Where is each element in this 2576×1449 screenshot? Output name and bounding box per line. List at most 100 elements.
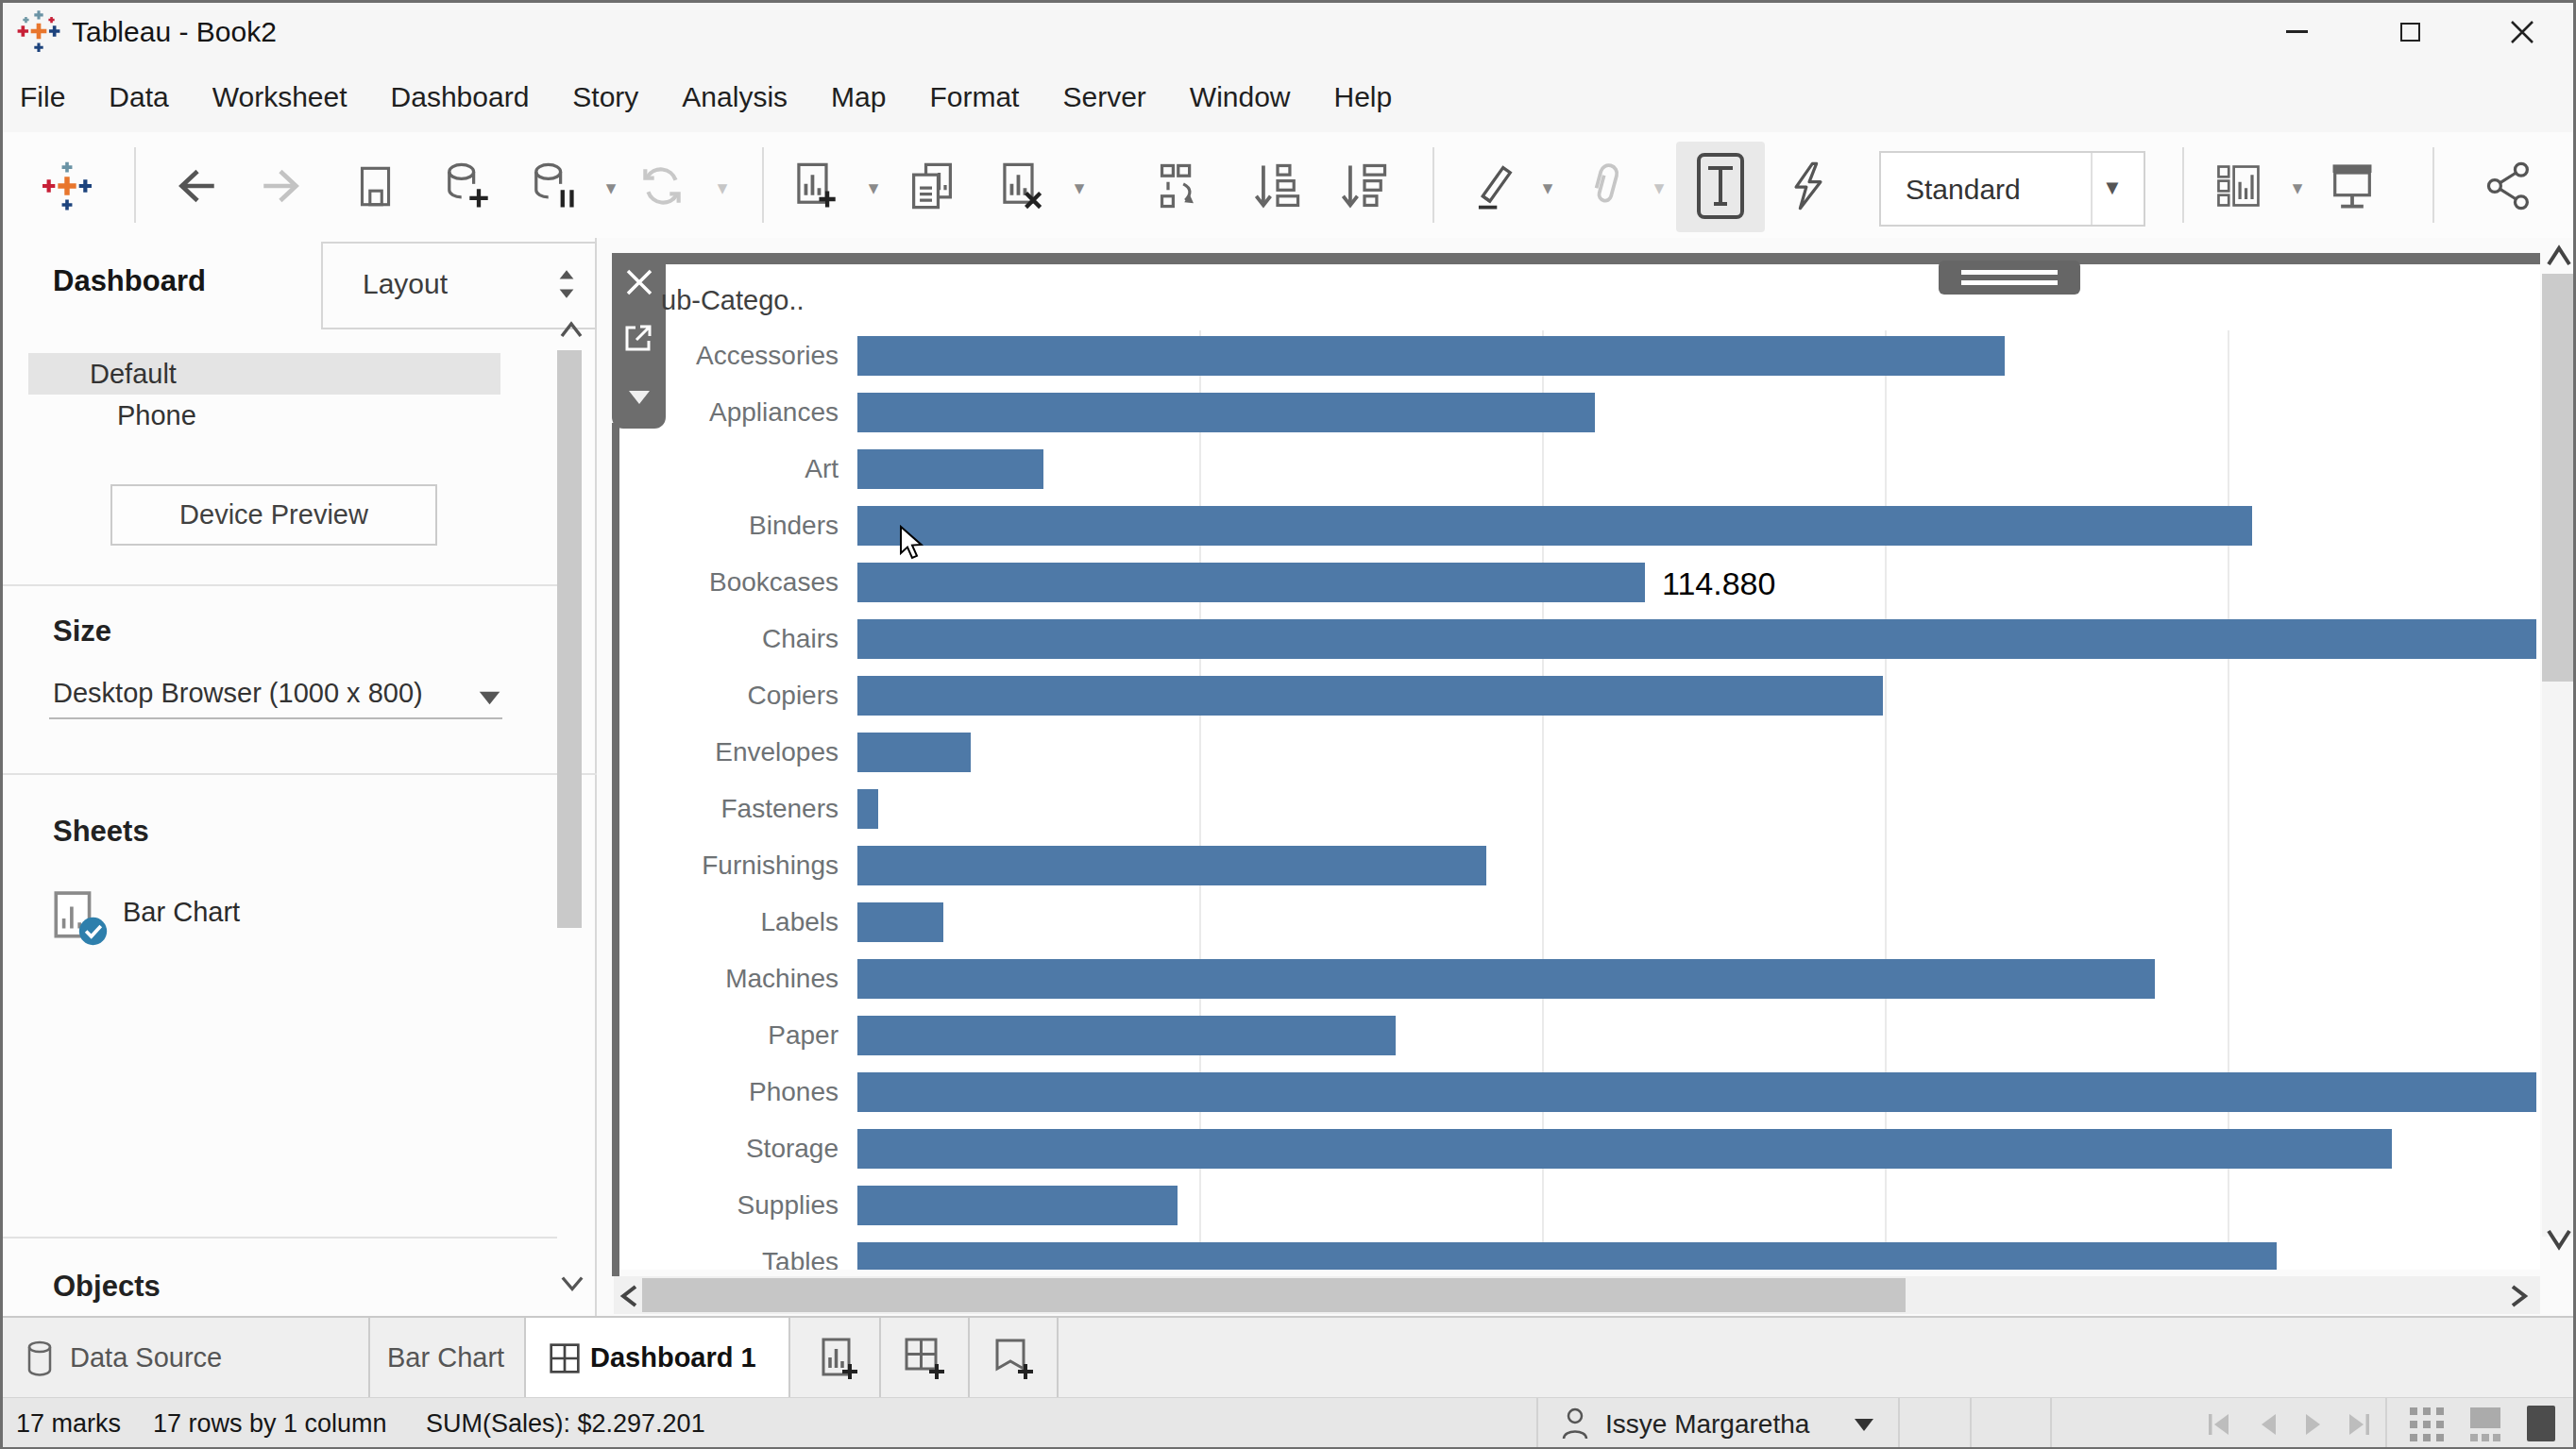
panel-scroll-down-icon[interactable] bbox=[560, 1274, 585, 1293]
sheet-item-bar-chart[interactable]: Bar Chart bbox=[0, 889, 555, 950]
undo-button[interactable] bbox=[168, 159, 223, 213]
h-scrollbar-track[interactable] bbox=[614, 1276, 2540, 1314]
clear-sheet-button[interactable] bbox=[991, 159, 1046, 213]
category-label[interactable]: Accessories bbox=[638, 330, 839, 383]
menu-item-help[interactable]: Help bbox=[1334, 81, 1393, 113]
previous-icon[interactable] bbox=[2255, 1411, 2281, 1438]
panel-scroll-up-icon[interactable] bbox=[559, 320, 584, 339]
bar-copiers[interactable] bbox=[857, 676, 1883, 716]
menu-item-map[interactable]: Map bbox=[831, 81, 886, 113]
category-label[interactable]: Copiers bbox=[638, 668, 839, 723]
bar-paper[interactable] bbox=[857, 1016, 1396, 1055]
bar-machines[interactable] bbox=[857, 959, 2155, 999]
run-update-button[interactable] bbox=[635, 159, 689, 213]
new-story-tab-button[interactable] bbox=[976, 1318, 1048, 1399]
format-workbook-button[interactable] bbox=[1577, 159, 1632, 213]
clear-sheet-caret[interactable]: ▾ bbox=[1067, 176, 1092, 200]
duplicate-button[interactable] bbox=[905, 159, 959, 213]
size-selector-caret[interactable] bbox=[477, 688, 502, 707]
category-label[interactable]: Machines bbox=[638, 952, 839, 1006]
tab-data-source[interactable]: Data Source bbox=[13, 1318, 368, 1399]
h-scroll-left-icon[interactable] bbox=[618, 1284, 640, 1308]
category-label[interactable]: Phones bbox=[638, 1065, 839, 1120]
category-label[interactable]: Fasteners bbox=[638, 782, 839, 836]
category-label[interactable]: Supplies bbox=[638, 1178, 839, 1233]
category-label[interactable]: Bookcases bbox=[638, 555, 839, 610]
bar-bookcases[interactable] bbox=[857, 563, 1645, 602]
new-worksheet-tab-button[interactable] bbox=[801, 1318, 873, 1399]
menu-item-dashboard[interactable]: Dashboard bbox=[391, 81, 530, 113]
fit-selector[interactable]: Standard ▼ bbox=[1879, 151, 2145, 227]
bar-binders[interactable] bbox=[857, 506, 2252, 546]
tableau-logo-button[interactable] bbox=[40, 159, 94, 213]
next-icon[interactable] bbox=[2300, 1411, 2327, 1438]
tab-layout[interactable]: Layout bbox=[321, 242, 597, 329]
bar-labels[interactable] bbox=[857, 902, 943, 942]
redo-button[interactable] bbox=[255, 159, 310, 213]
highlight-caret[interactable]: ▾ bbox=[1535, 176, 1560, 200]
category-label[interactable]: Envelopes bbox=[638, 725, 839, 780]
bar-appliances[interactable] bbox=[857, 393, 1595, 432]
swap-rows-columns-button[interactable] bbox=[1154, 159, 1209, 213]
menu-item-analysis[interactable]: Analysis bbox=[682, 81, 788, 113]
bar-tables[interactable] bbox=[857, 1242, 2277, 1270]
bar-storage[interactable] bbox=[857, 1129, 2392, 1169]
maximize-button[interactable] bbox=[2365, 0, 2454, 61]
skip-to-start-icon[interactable] bbox=[2206, 1411, 2232, 1438]
menu-item-file[interactable]: File bbox=[20, 81, 65, 113]
menu-item-worksheet[interactable]: Worksheet bbox=[212, 81, 347, 113]
show-sheet-tabs-icon[interactable] bbox=[2410, 1407, 2444, 1441]
minimize-button[interactable] bbox=[2252, 0, 2341, 61]
new-worksheet-button[interactable] bbox=[786, 159, 840, 213]
bar-envelopes[interactable] bbox=[857, 733, 971, 772]
menu-item-story[interactable]: Story bbox=[572, 81, 638, 113]
h-scroll-right-icon[interactable] bbox=[2508, 1284, 2531, 1308]
show-hide-cards-button[interactable] bbox=[2212, 159, 2266, 213]
h-scrollbar-thumb[interactable] bbox=[642, 1278, 1906, 1312]
fix-axes-button[interactable] bbox=[1781, 159, 1836, 213]
size-selector-value[interactable]: Desktop Browser (1000 x 800) bbox=[53, 678, 423, 709]
category-label[interactable]: Furnishings bbox=[638, 838, 839, 893]
presentation-mode-button[interactable] bbox=[2325, 159, 2380, 213]
skip-to-end-icon[interactable] bbox=[2346, 1411, 2372, 1438]
v-scroll-up-icon[interactable] bbox=[2546, 244, 2572, 268]
highlight-button[interactable] bbox=[1466, 159, 1520, 213]
menu-item-server[interactable]: Server bbox=[1062, 81, 1145, 113]
tab-dashboard[interactable]: Dashboard bbox=[53, 264, 206, 298]
bar-phones[interactable] bbox=[857, 1072, 2536, 1112]
show-sheet-sorter-icon[interactable] bbox=[2527, 1406, 2555, 1441]
v-scrollbar-thumb[interactable] bbox=[2542, 274, 2574, 682]
v-scroll-down-icon[interactable] bbox=[2546, 1227, 2572, 1252]
new-data-source-button[interactable] bbox=[438, 159, 493, 213]
category-label[interactable]: Appliances bbox=[638, 385, 839, 440]
device-item-default[interactable]: Default bbox=[28, 353, 500, 395]
device-item-phone[interactable]: Phone bbox=[28, 395, 500, 436]
close-button[interactable] bbox=[2479, 0, 2568, 61]
tab-bar-chart[interactable]: Bar Chart bbox=[370, 1318, 524, 1399]
format-workbook-caret[interactable]: ▾ bbox=[1647, 176, 1671, 200]
zone-drag-handle[interactable] bbox=[1939, 261, 2080, 295]
show-mark-labels-button[interactable] bbox=[1676, 142, 1765, 232]
bar-art[interactable] bbox=[857, 449, 1043, 489]
device-preview-button[interactable]: Device Preview bbox=[110, 484, 437, 546]
category-label[interactable]: Paper bbox=[638, 1008, 839, 1063]
show-filmstrip-icon[interactable] bbox=[2468, 1407, 2502, 1441]
bar-accessories[interactable] bbox=[857, 336, 2005, 376]
menu-item-data[interactable]: Data bbox=[109, 81, 168, 113]
new-dashboard-tab-button[interactable] bbox=[888, 1318, 959, 1399]
menu-item-window[interactable]: Window bbox=[1190, 81, 1291, 113]
tab-dashboard-1[interactable]: Dashboard 1 bbox=[526, 1318, 788, 1399]
bar-fasteners[interactable] bbox=[857, 789, 878, 829]
category-label[interactable]: Tables bbox=[638, 1235, 839, 1270]
remove-zone-icon[interactable] bbox=[625, 268, 653, 296]
bar-furnishings[interactable] bbox=[857, 846, 1486, 885]
sort-descending-button[interactable] bbox=[1337, 159, 1392, 213]
panel-scrollbar-thumb[interactable] bbox=[557, 350, 582, 928]
pause-auto-updates-button[interactable] bbox=[525, 159, 580, 213]
save-button[interactable] bbox=[347, 159, 402, 213]
category-label[interactable]: Chairs bbox=[638, 612, 839, 666]
category-label[interactable]: Storage bbox=[638, 1121, 839, 1176]
new-worksheet-caret[interactable]: ▾ bbox=[861, 176, 886, 200]
sort-ascending-button[interactable] bbox=[1250, 159, 1305, 213]
category-label[interactable]: Binders bbox=[638, 498, 839, 553]
